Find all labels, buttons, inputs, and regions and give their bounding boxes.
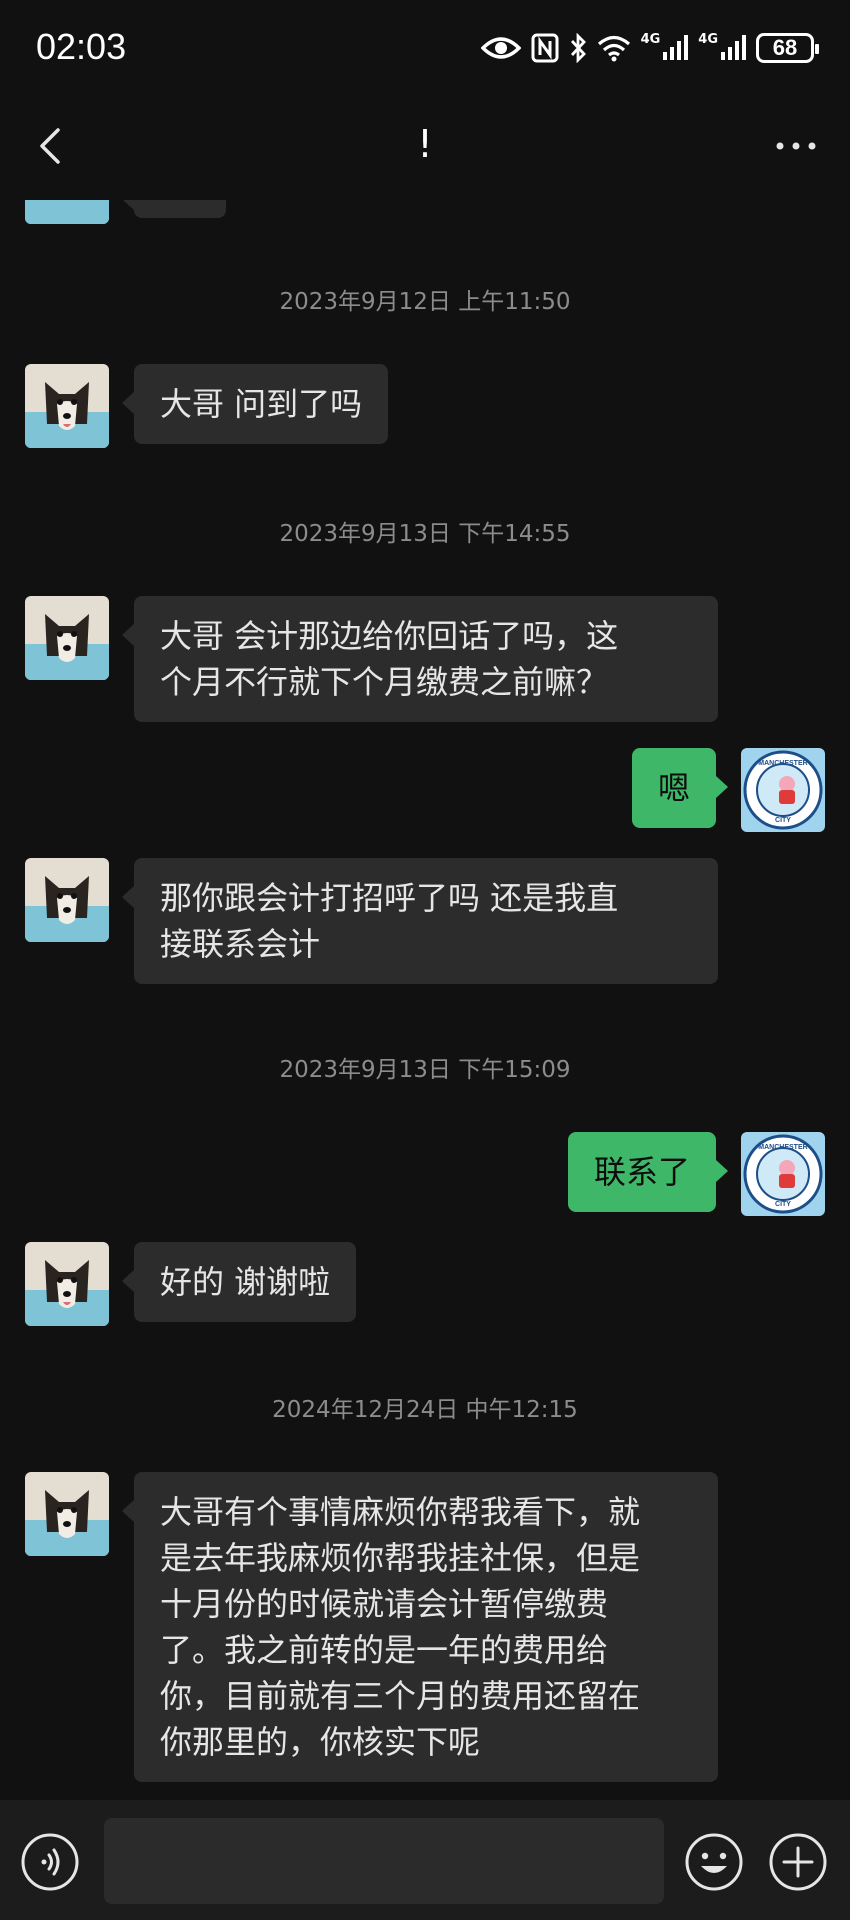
badge-text-bottom: CITY <box>775 1201 791 1208</box>
nfc-icon <box>531 28 559 68</box>
message-bubble-outgoing[interactable]: 嗯 <box>631 748 729 828</box>
emoji-button[interactable] <box>684 1832 744 1892</box>
voice-button[interactable] <box>20 1832 80 1892</box>
message-text-line: 个月不行就下个月缴费之前嘛？ <box>160 663 609 701</box>
contact-avatar[interactable] <box>25 596 109 680</box>
my-avatar[interactable]: MANCHESTER CITY <box>741 1132 825 1216</box>
message-list[interactable]: 2023年9月12日 上午11:50 大哥 问到了吗 2023年9月13日 下午… <box>0 200 850 1800</box>
more-dots-icon <box>776 142 816 150</box>
message-text-line: 了。我之前转的是一年的费用给 <box>160 1631 609 1669</box>
message-text: 嗯 <box>657 769 690 807</box>
eye-icon <box>480 28 521 68</box>
dog-avatar-icon <box>25 1472 109 1556</box>
dog-avatar-icon <box>25 1242 109 1326</box>
dog-avatar-icon <box>25 596 109 680</box>
message-text-line: 是去年我麻烦你帮我挂社保，但是 <box>160 1539 641 1577</box>
message-text-line: 你那里的，你核实下呢 <box>160 1723 481 1761</box>
more-button[interactable] <box>766 118 826 178</box>
message-text: 联系了 <box>593 1153 690 1191</box>
message-bubble[interactable]: 那你跟会计打招呼了吗 还是我直 接联系会计 <box>122 858 718 984</box>
message-text-line: 十月份的时候就请会计暂停缴费 <box>160 1585 609 1623</box>
contact-avatar[interactable] <box>25 200 109 224</box>
contact-avatar[interactable] <box>25 858 109 942</box>
message-text: 好的 谢谢啦 <box>160 1263 331 1301</box>
status-bar: 02:03 4G 4G 68 <box>0 0 850 96</box>
input-bar <box>0 1800 850 1920</box>
message-bubble-partial[interactable] <box>122 200 226 218</box>
bluetooth-icon <box>569 28 587 68</box>
message-text: 大哥 问到了吗 <box>160 385 363 423</box>
message-text-line: 那你跟会计打招呼了吗 还是我直 <box>160 879 619 917</box>
message-input[interactable] <box>104 1818 664 1904</box>
battery-icon: 68 <box>756 28 819 68</box>
manchester-city-badge-icon: MANCHESTER CITY <box>741 748 825 832</box>
badge-text-top: MANCHESTER <box>758 760 807 767</box>
chat-header: ! <box>0 96 850 200</box>
status-time: 02:03 <box>36 26 127 67</box>
message-bubble[interactable]: 大哥有个事情麻烦你帮我看下，就 是去年我麻烦你帮我挂社保，但是 十月份的时候就请… <box>122 1472 718 1782</box>
dog-avatar-icon <box>25 364 109 448</box>
my-avatar[interactable]: MANCHESTER CITY <box>741 748 825 832</box>
plus-icon <box>769 1833 827 1891</box>
dog-avatar-icon <box>25 858 109 942</box>
badge-text-top: MANCHESTER <box>758 1144 807 1151</box>
timestamp: 2023年9月13日 下午14:55 <box>279 521 571 547</box>
signal-icon-2: 4G <box>698 28 746 68</box>
message-text-line: 接联系会计 <box>160 925 321 963</box>
message-bubble-outgoing[interactable]: 联系了 <box>567 1132 729 1212</box>
battery-level: 68 <box>756 33 819 63</box>
timestamp: 2023年9月13日 下午15:09 <box>279 1057 571 1083</box>
plus-button[interactable] <box>768 1832 828 1892</box>
contact-name: ! <box>417 122 433 166</box>
wifi-icon <box>597 28 631 68</box>
contact-avatar[interactable] <box>25 1472 109 1556</box>
voice-icon <box>21 1833 79 1891</box>
badge-text-bottom: CITY <box>775 817 791 824</box>
status-icons: 4G 4G 68 <box>480 28 819 68</box>
timestamp: 2023年9月12日 上午11:50 <box>279 289 571 315</box>
message-text-line: 大哥 会计那边给你回话了吗，这 <box>160 617 619 655</box>
emoji-icon <box>685 1833 743 1891</box>
message-bubble[interactable]: 大哥 会计那边给你回话了吗，这 个月不行就下个月缴费之前嘛？ <box>122 596 718 722</box>
message-text-line: 大哥有个事情麻烦你帮我看下，就 <box>160 1493 641 1531</box>
contact-avatar[interactable] <box>25 1242 109 1326</box>
timestamp: 2024年12月24日 中午12:15 <box>272 1397 578 1423</box>
contact-avatar[interactable] <box>25 364 109 448</box>
message-text-line: 你，目前就有三个月的费用还留在 <box>160 1677 641 1715</box>
message-bubble[interactable]: 好的 谢谢啦 <box>121 1242 357 1322</box>
chat-screen: 02:03 4G 4G 68 ! 2023年9月12日 上午11:50 大哥 问… <box>0 0 850 1920</box>
signal-icon-1: 4G <box>641 28 689 68</box>
message-bubble[interactable]: 大哥 问到了吗 <box>121 364 389 444</box>
manchester-city-badge-icon: MANCHESTER CITY <box>741 1132 825 1216</box>
